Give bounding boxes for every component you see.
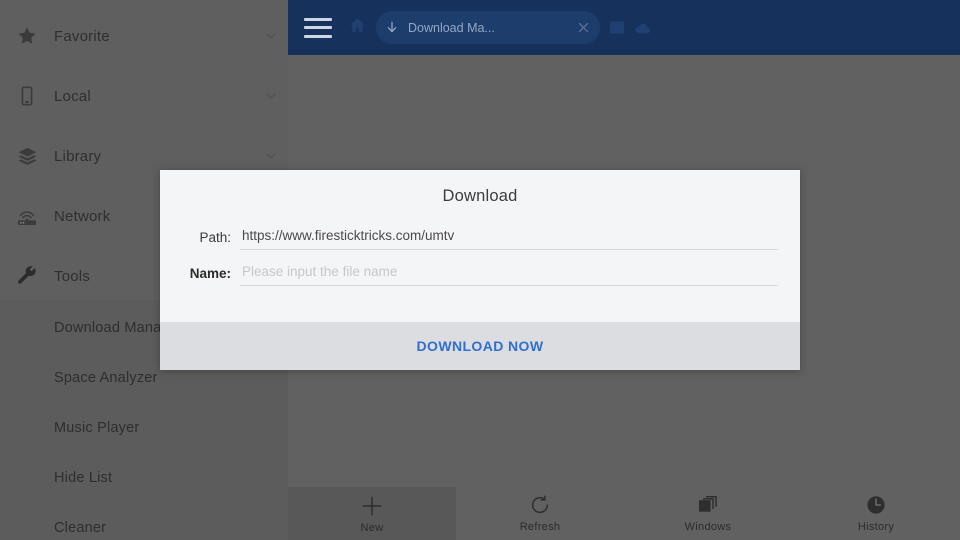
browser-tab[interactable]: Download Ma... bbox=[376, 11, 600, 44]
cloud-icon[interactable] bbox=[634, 21, 651, 34]
path-field-row: Path: bbox=[182, 226, 778, 250]
plus-icon bbox=[360, 495, 384, 517]
layers-icon bbox=[0, 145, 54, 168]
bottombar-item-new[interactable]: New bbox=[288, 487, 456, 540]
bottombar-item-label: Refresh bbox=[519, 521, 561, 533]
chevron-down-icon[interactable] bbox=[254, 88, 288, 104]
browser-bottombar: New Refresh Windows History bbox=[288, 485, 960, 540]
sidebar-subitem-hide-list[interactable]: Hide List bbox=[0, 453, 288, 503]
phone-icon bbox=[0, 85, 54, 107]
star-icon bbox=[0, 25, 54, 47]
wrench-icon bbox=[0, 265, 54, 288]
browser-topbar: Download Ma... bbox=[288, 0, 960, 55]
path-input[interactable] bbox=[240, 226, 778, 250]
download-now-button[interactable]: DOWNLOAD NOW bbox=[417, 338, 544, 354]
refresh-icon bbox=[529, 494, 551, 516]
name-input[interactable] bbox=[240, 262, 778, 286]
sidebar-item-label: Library bbox=[54, 147, 102, 165]
stop-square-icon[interactable] bbox=[610, 21, 624, 34]
bottombar-item-refresh[interactable]: Refresh bbox=[456, 485, 624, 540]
router-wifi-icon bbox=[0, 205, 54, 227]
dialog-title: Download bbox=[442, 187, 518, 205]
home-icon[interactable] bbox=[348, 16, 367, 40]
hamburger-icon[interactable] bbox=[304, 17, 332, 38]
download-arrow-icon bbox=[376, 20, 408, 36]
bottombar-item-label: Windows bbox=[684, 521, 732, 533]
sidebar-subitem-label: Download Manager bbox=[54, 320, 183, 336]
name-label: Name: bbox=[189, 266, 231, 281]
dialog-footer: DOWNLOAD NOW bbox=[160, 322, 800, 370]
bottombar-item-windows[interactable]: Windows bbox=[624, 485, 792, 540]
sidebar-subitem-label: Hide List bbox=[54, 470, 113, 486]
topbar-right-icons bbox=[610, 21, 651, 34]
windows-stack-icon bbox=[697, 494, 719, 516]
path-label: Path: bbox=[199, 230, 231, 245]
chevron-down-icon[interactable] bbox=[254, 148, 288, 164]
clock-icon bbox=[865, 494, 887, 516]
bottombar-item-history[interactable]: History bbox=[792, 485, 960, 540]
sidebar-item-label: Favorite bbox=[54, 27, 110, 45]
sidebar-subitem-cleaner[interactable]: Cleaner bbox=[0, 503, 288, 540]
sidebar-subitem-label: Cleaner bbox=[54, 520, 107, 536]
sidebar-subitem-label: Space Analyzer bbox=[54, 370, 158, 386]
name-field-row: Name: bbox=[182, 262, 778, 286]
close-icon[interactable] bbox=[566, 20, 600, 35]
browser-tab-title: Download Ma... bbox=[408, 20, 495, 35]
sidebar-subitem-label: Music Player bbox=[54, 420, 140, 436]
sidebar-item-favorite[interactable]: Favorite bbox=[0, 6, 288, 66]
bottombar-item-label: New bbox=[360, 522, 384, 534]
download-dialog: Download Path: Name: DOWNLOAD NOW bbox=[160, 170, 800, 370]
sidebar-item-local[interactable]: Local bbox=[0, 66, 288, 126]
chevron-down-icon[interactable] bbox=[254, 28, 288, 44]
dialog-body: Path: Name: bbox=[160, 218, 800, 322]
screen: Favorite Local Library Network Tools Dow… bbox=[0, 0, 960, 540]
sidebar-item-label: Local bbox=[54, 87, 91, 105]
sidebar-subitem-music-player[interactable]: Music Player bbox=[0, 403, 288, 453]
bottombar-item-label: History bbox=[857, 521, 895, 533]
